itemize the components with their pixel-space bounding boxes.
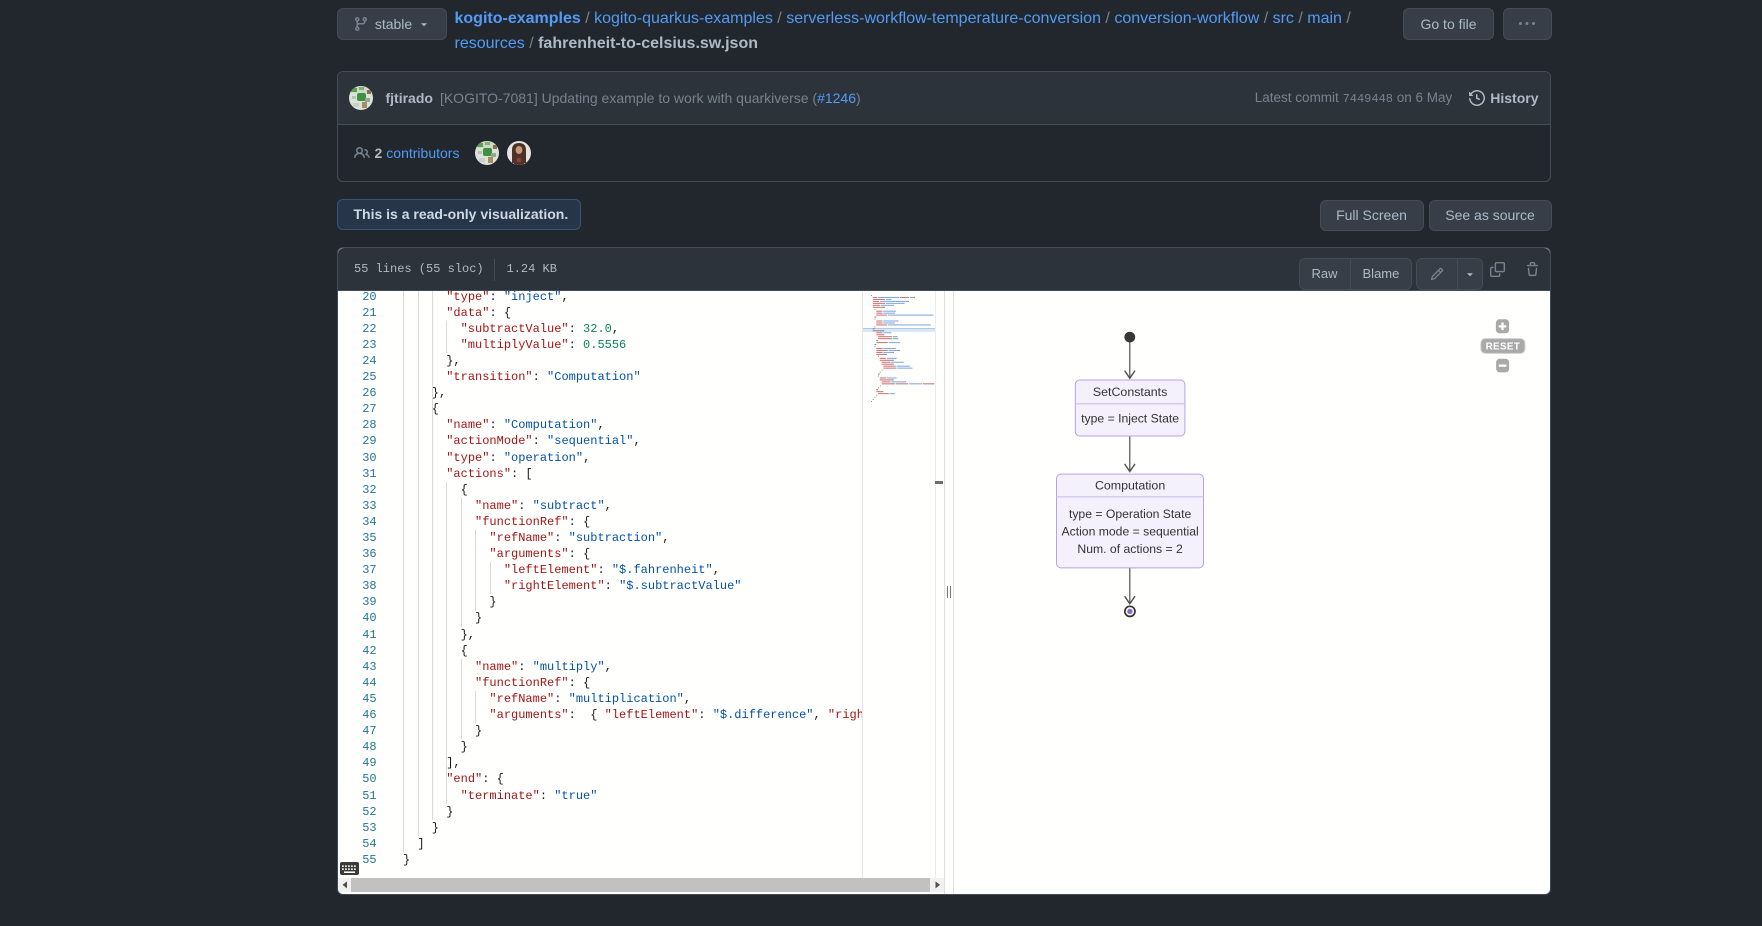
svg-text:SetConstants: SetConstants: [1092, 385, 1166, 399]
svg-text:type = Operation State: type = Operation State: [1068, 507, 1191, 521]
svg-text:Action mode = sequential: Action mode = sequential: [1061, 525, 1198, 539]
svg-text:Num. of actions = 2: Num. of actions = 2: [1077, 543, 1183, 557]
svg-text:Computation: Computation: [1094, 479, 1164, 493]
svg-text:type = Inject State: type = Inject State: [1081, 412, 1179, 426]
svg-text:RESET: RESET: [1485, 342, 1520, 353]
